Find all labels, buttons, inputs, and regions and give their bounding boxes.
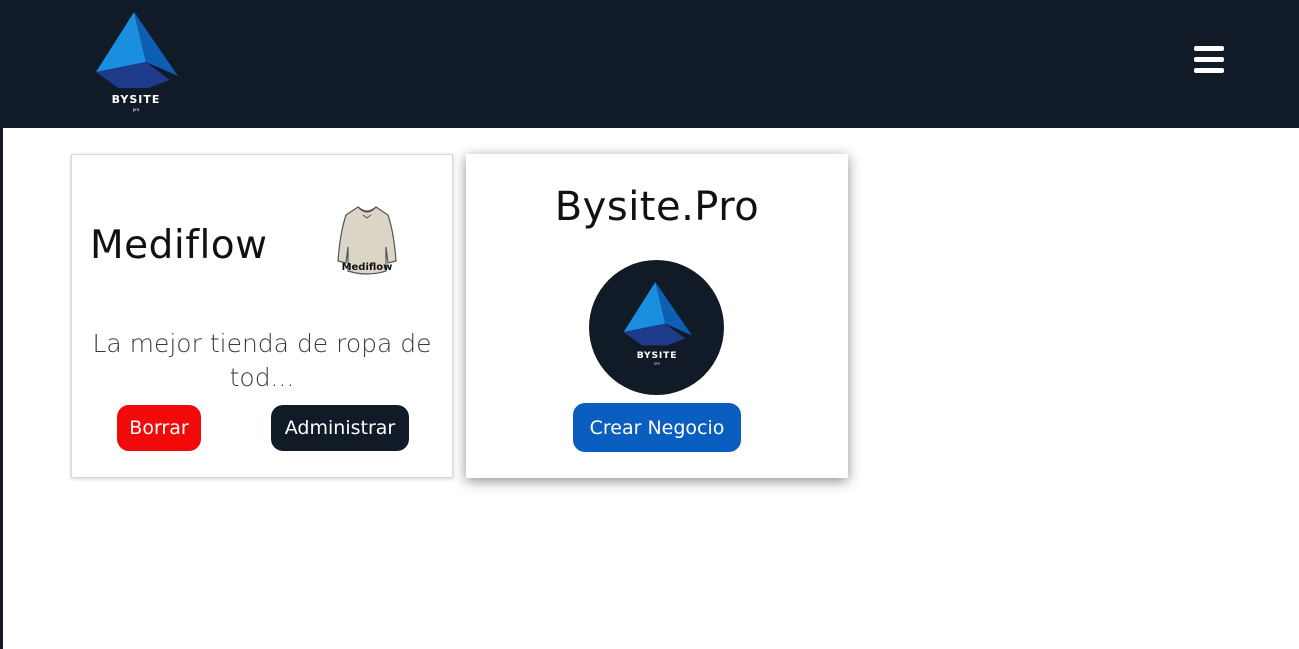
create-business-button[interactable]: Crear Negocio [573, 403, 741, 452]
logo-subtext: pro [654, 362, 659, 366]
bysite-logo-icon: BYSITE pro [96, 12, 178, 112]
delete-button[interactable]: Borrar [117, 405, 201, 451]
logo-text: BYSITE [637, 350, 678, 361]
manage-button[interactable]: Administrar [271, 405, 409, 451]
logo-subtext: pro [133, 107, 140, 112]
card-description: La mejor tienda de ropa de tod... [92, 329, 432, 392]
logo-text: BYSITE [112, 93, 161, 106]
product-image-label: Mediflow [341, 262, 393, 273]
card-title: Mediflow [90, 223, 268, 268]
card-title: Bysite.Pro [554, 184, 760, 230]
hamburger-menu-icon[interactable] [1186, 38, 1232, 82]
bysite-logo-icon: BYSITE pro [623, 282, 692, 366]
business-card-mediflow: Mediflow Mediflow La mejor tienda de rop… [71, 154, 453, 478]
bysite-circle-logo: BYSITE pro [589, 260, 724, 395]
business-card-bysite: Bysite.Pro BYSITE pro Crear Negocio [466, 154, 848, 478]
bysite-logo[interactable]: BYSITE pro [88, 8, 184, 112]
top-nav-bar: BYSITE pro [0, 0, 1299, 128]
